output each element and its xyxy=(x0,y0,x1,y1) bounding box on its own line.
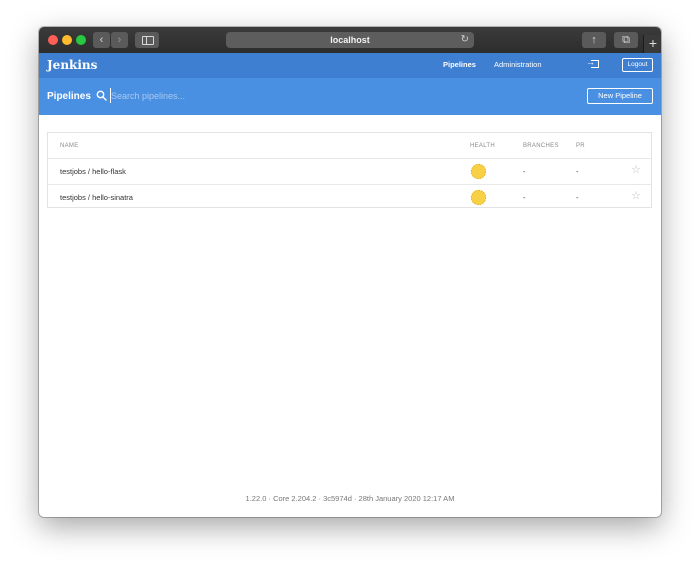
page-title: Pipelines xyxy=(47,91,91,102)
favorite-star-icon[interactable]: ☆ xyxy=(631,164,641,176)
pr-value: - xyxy=(576,167,579,176)
minimize-window-button[interactable] xyxy=(62,35,72,45)
logout-button[interactable]: Logout xyxy=(622,58,653,72)
favorite-star-icon[interactable]: ☆ xyxy=(631,190,641,202)
nav-pipelines[interactable]: Pipelines xyxy=(443,60,476,70)
pipelines-subheader: Pipelines New Pipeline xyxy=(39,78,661,115)
column-header-branches: BRANCHES xyxy=(523,143,559,149)
share-button[interactable]: ↑ xyxy=(582,32,606,48)
zoom-window-button[interactable] xyxy=(76,35,86,45)
column-header-pr: PR xyxy=(576,143,585,149)
table-row[interactable]: testjobs / hello-flask - - ☆ xyxy=(48,159,651,185)
pipeline-name[interactable]: testjobs / hello-sinatra xyxy=(60,193,133,203)
branches-value: - xyxy=(523,193,526,202)
pipelines-table: NAME HEALTH BRANCHES PR testjobs / hello… xyxy=(47,132,652,208)
browser-window: ‹ › localhost ↻ ↑ ⧉ + Jenkins Pipelines … xyxy=(39,27,661,517)
sidebar-icon xyxy=(142,36,154,45)
new-tab-button[interactable]: + xyxy=(643,35,661,53)
column-header-health: HEALTH xyxy=(470,143,496,149)
pipeline-name[interactable]: testjobs / hello-flask xyxy=(60,167,126,177)
jenkins-header: Jenkins Pipelines Administration Logout xyxy=(39,53,661,78)
table-row[interactable]: testjobs / hello-sinatra - - ☆ xyxy=(48,185,651,210)
sidebar-toggle-button[interactable] xyxy=(135,32,159,48)
reload-icon[interactable]: ↻ xyxy=(461,33,469,47)
nav-administration[interactable]: Administration xyxy=(494,60,542,70)
jenkins-logo[interactable]: Jenkins xyxy=(47,58,97,73)
forward-button[interactable]: › xyxy=(111,32,128,48)
pr-value: - xyxy=(576,193,579,202)
sunny-weather-icon xyxy=(470,163,487,180)
search-icon xyxy=(96,90,107,101)
column-header-name[interactable]: NAME xyxy=(60,142,79,150)
search-input[interactable] xyxy=(110,88,411,103)
sunny-weather-icon xyxy=(470,189,487,206)
tabs-overview-button[interactable]: ⧉ xyxy=(614,32,638,48)
url-text: localhost xyxy=(330,35,370,45)
browser-toolbar: ‹ › localhost ↻ ↑ ⧉ + xyxy=(39,27,661,54)
address-bar[interactable]: localhost ↻ xyxy=(226,32,474,48)
back-button[interactable]: ‹ xyxy=(93,32,110,48)
new-pipeline-button[interactable]: New Pipeline xyxy=(587,88,653,104)
version-footer: 1.22.0 · Core 2.204.2 · 3c5974d · 28th J… xyxy=(245,494,455,503)
exit-to-classic-icon[interactable] xyxy=(586,57,599,68)
branches-value: - xyxy=(523,167,526,176)
close-window-button[interactable] xyxy=(48,35,58,45)
table-header: NAME HEALTH BRANCHES PR xyxy=(48,133,651,159)
